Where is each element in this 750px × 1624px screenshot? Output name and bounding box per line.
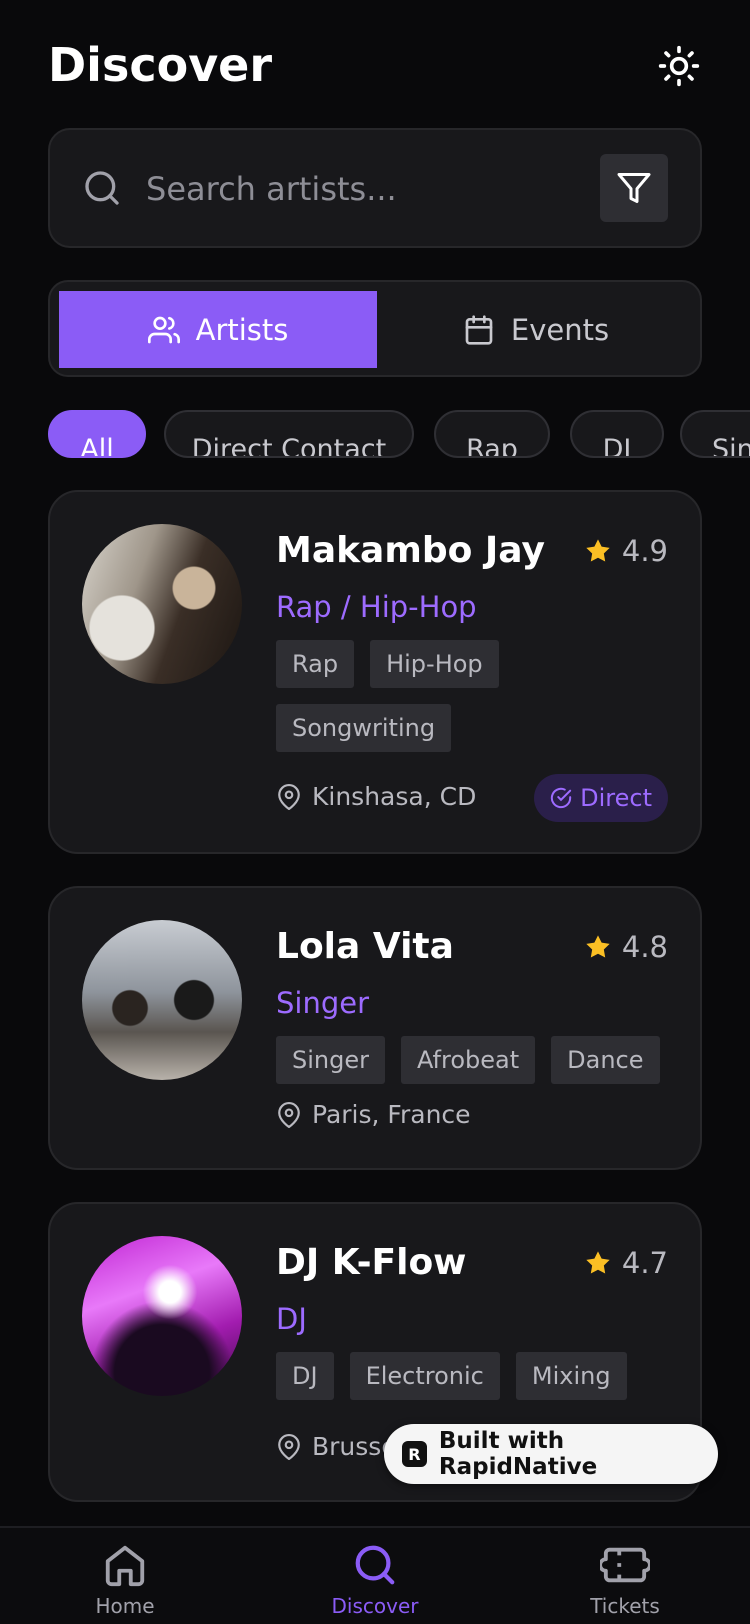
rating: 4.9 — [584, 534, 668, 568]
chip-label: Rap — [466, 434, 518, 458]
tag-list: Singer Afrobeat Dance — [276, 1036, 676, 1084]
rating-value: 4.9 — [621, 534, 668, 568]
view-switcher: Artists Events — [48, 280, 702, 377]
location: Kinshasa, CD — [276, 782, 476, 811]
chip-dj[interactable]: DJ — [570, 410, 664, 458]
tab-artists[interactable]: Artists — [59, 291, 377, 368]
location-text: Kinshasa, CD — [312, 782, 477, 811]
theme-toggle-button[interactable] — [656, 43, 702, 89]
filter-icon — [617, 173, 651, 203]
search-icon — [355, 1545, 395, 1585]
map-pin-icon — [278, 783, 300, 810]
star-icon — [586, 539, 610, 562]
home-icon — [105, 1545, 145, 1587]
filter-button[interactable] — [600, 154, 668, 222]
nav-tickets-label: Tickets — [590, 1594, 660, 1618]
chip-direct-contact[interactable]: Direct Contact — [164, 410, 414, 458]
tab-events[interactable]: Events — [377, 291, 695, 368]
tab-artists-label: Artists — [195, 312, 289, 347]
artist-name: Lola Vita — [276, 926, 454, 967]
rating-value: 4.7 — [621, 1246, 668, 1280]
search-icon — [85, 171, 119, 205]
chip-label: DJ — [602, 434, 632, 458]
filter-chips: All Direct Contact Rap DJ Singer — [48, 410, 750, 458]
rating: 4.8 — [584, 930, 668, 964]
artist-name: Makambo Jay — [276, 530, 545, 571]
tag-list: Rap Hip-Hop Songwriting — [276, 640, 676, 752]
tag: Songwriting — [276, 704, 452, 752]
artist-name: DJ K-Flow — [276, 1242, 467, 1283]
avatar — [82, 920, 242, 1080]
tag: DJ — [276, 1352, 334, 1400]
ticket-icon — [600, 1547, 650, 1583]
nav-home[interactable]: Home — [0, 1528, 250, 1624]
star-icon — [586, 935, 610, 958]
chip-label: All — [80, 434, 114, 458]
users-icon — [147, 316, 180, 343]
avatar — [82, 1236, 242, 1396]
artist-card[interactable]: Lola Vita 4.8 Singer Singer Afrobeat Dan… — [48, 886, 702, 1170]
artist-genre: DJ — [276, 1302, 307, 1336]
direct-badge: Direct — [534, 774, 668, 822]
tag: Mixing — [515, 1352, 627, 1400]
tag: Afrobeat — [400, 1036, 536, 1084]
page-title: Discover — [48, 38, 273, 92]
tag: Rap — [276, 640, 355, 688]
location: Paris, France — [276, 1100, 471, 1129]
rapidnative-logo-icon: R — [402, 1441, 427, 1467]
header: Discover — [48, 30, 702, 100]
direct-label: Direct — [580, 784, 652, 812]
tag: Singer — [276, 1036, 385, 1084]
avatar — [82, 524, 242, 684]
location-text: Paris, France — [312, 1100, 471, 1129]
chip-rap[interactable]: Rap — [434, 410, 550, 458]
artist-genre: Rap / Hip-Hop — [276, 590, 477, 624]
nav-home-label: Home — [95, 1594, 155, 1618]
artist-genre: Singer — [276, 986, 370, 1020]
chip-all[interactable]: All — [48, 410, 146, 458]
tab-events-label: Events — [510, 312, 610, 347]
chip-label: Direct Contact — [191, 434, 387, 458]
rating-value: 4.8 — [621, 930, 668, 964]
tag: Electronic — [349, 1352, 500, 1400]
built-with-badge[interactable]: R Built with RapidNative — [384, 1424, 718, 1484]
nav-discover[interactable]: Discover — [250, 1528, 500, 1624]
sun-icon — [658, 45, 700, 87]
map-pin-icon — [278, 1433, 300, 1460]
tag: Dance — [551, 1036, 660, 1084]
tag: Hip-Hop — [370, 640, 499, 688]
rating: 4.7 — [584, 1246, 668, 1280]
artist-card[interactable]: Makambo Jay 4.9 Rap / Hip-Hop Rap Hip-Ho… — [48, 490, 702, 854]
built-with-label: Built with RapidNative — [438, 1428, 598, 1480]
tag-list: DJ Electronic Mixing — [276, 1352, 676, 1400]
calendar-icon — [465, 314, 493, 345]
search-bar — [48, 128, 702, 248]
check-badge-icon — [551, 787, 572, 809]
chip-singer[interactable]: Singer — [680, 410, 750, 458]
bottom-nav: Home Discover Tickets — [0, 1526, 750, 1624]
nav-discover-label: Discover — [331, 1594, 419, 1618]
nav-tickets[interactable]: Tickets — [500, 1528, 750, 1624]
search-input[interactable] — [146, 164, 566, 214]
map-pin-icon — [278, 1101, 300, 1128]
star-icon — [586, 1251, 610, 1274]
chip-label: Singer — [712, 434, 750, 458]
